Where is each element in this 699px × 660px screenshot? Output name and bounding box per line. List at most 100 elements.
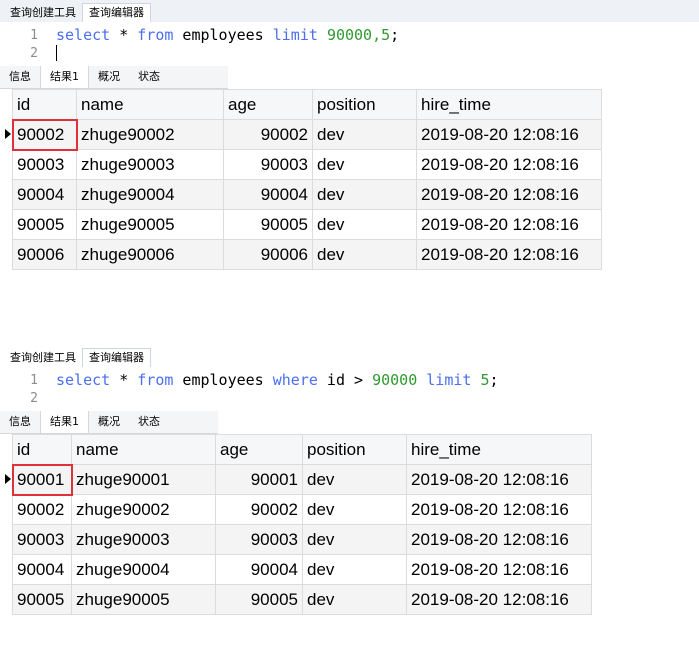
cell-position[interactable]: dev	[302, 554, 407, 585]
cell-hire-time[interactable]: 2019-08-20 12:08:16	[406, 584, 592, 615]
cell-name[interactable]: zhuge90004	[71, 554, 216, 585]
tab-status[interactable]: 状态	[129, 66, 169, 88]
sql-line-2[interactable]: 2	[0, 389, 699, 407]
cell-name[interactable]: zhuge90004	[76, 179, 224, 210]
table-row[interactable]: 90006 zhuge90006 90006 dev 2019-08-20 12…	[12, 239, 602, 270]
table-row[interactable]: 90004 zhuge90004 90004 dev 2019-08-20 12…	[12, 554, 592, 585]
table-row[interactable]: 90004 zhuge90004 90004 dev 2019-08-20 12…	[12, 179, 602, 210]
cell-hire-time[interactable]: 2019-08-20 12:08:16	[406, 554, 592, 585]
table-row[interactable]: 90001 zhuge90001 90001 dev 2019-08-20 12…	[5, 463, 592, 496]
cell-name[interactable]: zhuge90002	[76, 119, 224, 150]
column-header-hire-time[interactable]: hire_time	[416, 89, 602, 120]
cell-id[interactable]: 90003	[12, 524, 72, 555]
cell-id-highlighted[interactable]: 90002	[5, 118, 78, 151]
tab-query-builder[interactable]: 查询创建工具	[4, 4, 82, 22]
cell-name[interactable]: zhuge90005	[76, 209, 224, 240]
table-row[interactable]: 90005 zhuge90005 90005 dev 2019-08-20 12…	[12, 209, 602, 240]
tab-profile[interactable]: 概况	[89, 411, 129, 433]
cell-age[interactable]: 90004	[215, 554, 303, 585]
sql-keyword: select	[56, 26, 111, 44]
column-header-id[interactable]: id	[12, 434, 72, 465]
cell-id-highlighted[interactable]: 90001	[5, 463, 73, 496]
cell-id-value: 90001	[17, 469, 65, 489]
sql-line-2[interactable]: 2	[0, 44, 699, 62]
cell-id[interactable]: 90004	[12, 554, 72, 585]
cell-name[interactable]: zhuge90002	[71, 494, 216, 525]
cell-age[interactable]: 90005	[215, 584, 303, 615]
sql-text: *	[110, 371, 138, 389]
table-row[interactable]: 90003 zhuge90003 90003 dev 2019-08-20 12…	[12, 149, 602, 180]
column-header-age[interactable]: age	[223, 89, 313, 120]
cell-age[interactable]: 90003	[223, 149, 313, 180]
cell-hire-time[interactable]: 2019-08-20 12:08:16	[416, 149, 602, 180]
cell-age[interactable]: 90002	[223, 119, 313, 150]
cell-hire-time[interactable]: 2019-08-20 12:08:16	[416, 239, 602, 270]
sql-number: 90000,5	[326, 26, 391, 44]
result-grid: id name age position hire_time 90002 zhu…	[5, 89, 602, 270]
sql-editor[interactable]: 1 select * from employees limit 90000,5; …	[0, 22, 699, 66]
tab-info[interactable]: 信息	[0, 66, 40, 88]
sql-line-1[interactable]: 1 select * from employees limit 90000,5;	[0, 26, 699, 44]
table-row[interactable]: 90002 zhuge90002 90002 dev 2019-08-20 12…	[12, 494, 592, 525]
tab-status[interactable]: 状态	[129, 411, 169, 433]
tab-query-editor[interactable]: 查询编辑器	[82, 3, 151, 22]
cell-age[interactable]: 90005	[223, 209, 313, 240]
cell-name[interactable]: zhuge90001	[71, 464, 216, 495]
cell-age[interactable]: 90002	[215, 494, 303, 525]
cell-id[interactable]: 90006	[12, 239, 77, 270]
cell-position[interactable]: dev	[312, 239, 417, 270]
tab-query-builder[interactable]: 查询创建工具	[4, 349, 82, 367]
column-header-id[interactable]: id	[12, 89, 77, 120]
cell-id[interactable]: 90003	[12, 149, 77, 180]
cell-name[interactable]: zhuge90003	[76, 149, 224, 180]
table-row[interactable]: 90003 zhuge90003 90003 dev 2019-08-20 12…	[12, 524, 592, 555]
cell-name[interactable]: zhuge90005	[71, 584, 216, 615]
column-header-name[interactable]: name	[71, 434, 216, 465]
cell-name[interactable]: zhuge90006	[76, 239, 224, 270]
cell-position[interactable]: dev	[302, 464, 407, 495]
cell-position[interactable]: dev	[312, 209, 417, 240]
column-header-name[interactable]: name	[76, 89, 224, 120]
cell-hire-time[interactable]: 2019-08-20 12:08:16	[406, 494, 592, 525]
sql-text: id >	[317, 371, 373, 389]
tab-info[interactable]: 信息	[0, 411, 40, 433]
cell-position[interactable]: dev	[302, 524, 407, 555]
cell-position[interactable]: dev	[312, 179, 417, 210]
cell-id[interactable]: 90002	[12, 494, 72, 525]
cell-position[interactable]: dev	[312, 149, 417, 180]
column-header-age[interactable]: age	[215, 434, 303, 465]
sql-text: ;	[489, 371, 499, 389]
cell-position[interactable]: dev	[312, 119, 417, 150]
column-header-position[interactable]: position	[312, 89, 417, 120]
cell-id[interactable]: 90004	[12, 179, 77, 210]
cell-position[interactable]: dev	[302, 584, 407, 615]
cell-hire-time[interactable]: 2019-08-20 12:08:16	[406, 524, 592, 555]
cell-id[interactable]: 90005	[12, 209, 77, 240]
cell-age[interactable]: 90003	[215, 524, 303, 555]
cell-age[interactable]: 90001	[215, 464, 303, 495]
tab-profile[interactable]: 概况	[89, 66, 129, 88]
cell-position[interactable]: dev	[302, 494, 407, 525]
tab-result-1[interactable]: 结果1	[40, 411, 89, 433]
sql-editor[interactable]: 1 select * from employees where id > 9000…	[0, 367, 699, 411]
row-pointer-icon	[5, 474, 11, 484]
cell-hire-time[interactable]: 2019-08-20 12:08:16	[416, 119, 602, 150]
cell-hire-time[interactable]: 2019-08-20 12:08:16	[406, 464, 592, 495]
cell-id[interactable]: 90005	[12, 584, 72, 615]
cell-name[interactable]: zhuge90003	[71, 524, 216, 555]
line-number: 2	[30, 45, 38, 61]
sql-keyword: limit	[417, 371, 481, 389]
cell-hire-time[interactable]: 2019-08-20 12:08:16	[416, 209, 602, 240]
sql-text: ;	[390, 26, 400, 44]
cell-age[interactable]: 90004	[223, 179, 313, 210]
column-header-position[interactable]: position	[302, 434, 407, 465]
cell-hire-time[interactable]: 2019-08-20 12:08:16	[416, 179, 602, 210]
column-header-hire-time[interactable]: hire_time	[406, 434, 592, 465]
tab-result-1[interactable]: 结果1	[40, 66, 89, 88]
cell-age[interactable]: 90006	[223, 239, 313, 270]
tab-query-editor[interactable]: 查询编辑器	[82, 348, 151, 367]
table-row[interactable]: 90005 zhuge90005 90005 dev 2019-08-20 12…	[12, 584, 592, 615]
table-row[interactable]: 90002 zhuge90002 90002 dev 2019-08-20 12…	[5, 118, 602, 151]
sql-line-1[interactable]: 1 select * from employees where id > 9000…	[0, 371, 699, 389]
